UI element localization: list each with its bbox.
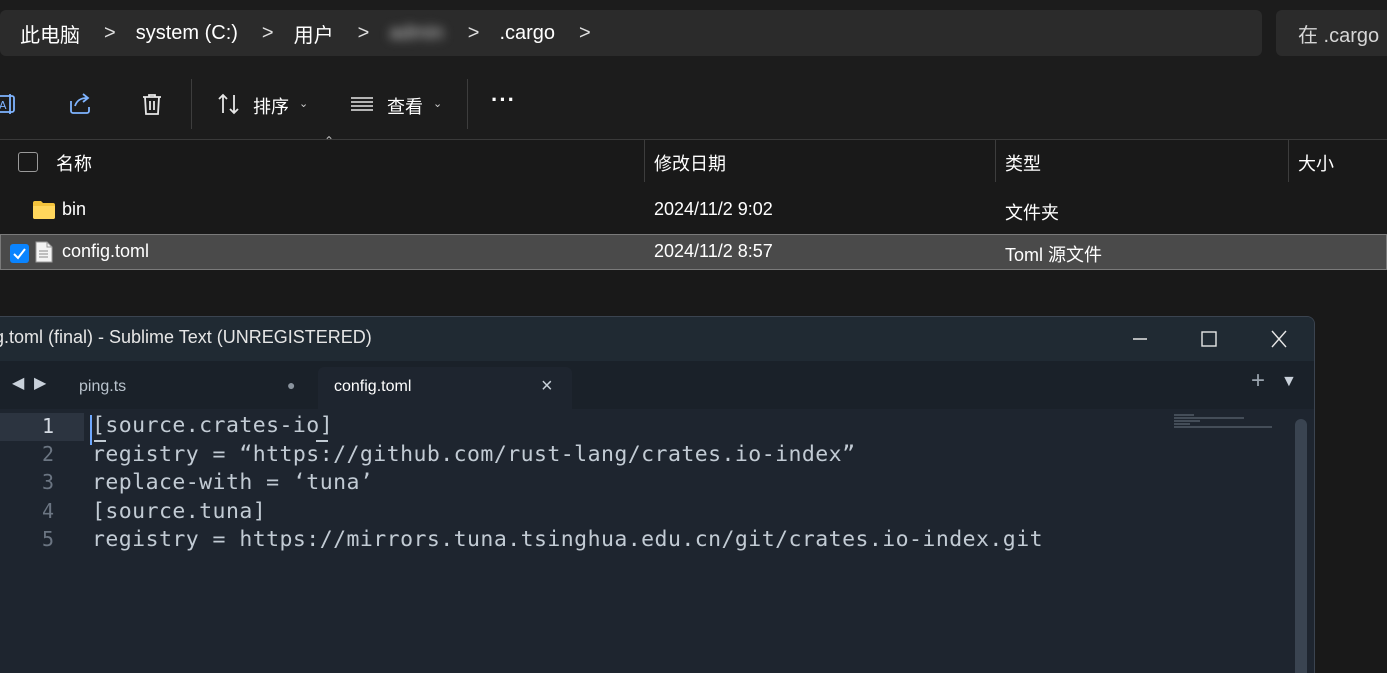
tab-ping-ts[interactable]: ping.ts ● [62, 367, 314, 409]
column-divider[interactable] [1288, 140, 1289, 182]
delete-icon[interactable] [139, 91, 165, 117]
breadcrumb-drive[interactable]: system (C:) [116, 22, 238, 45]
view-icon[interactable] [349, 91, 375, 117]
column-name[interactable]: 名称 [56, 150, 92, 176]
minimap[interactable] [1172, 413, 1282, 433]
chevron-right-icon[interactable]: > [444, 22, 480, 45]
breadcrumb-users[interactable]: 用户 [274, 19, 334, 48]
share-icon[interactable] [67, 91, 93, 117]
close-icon[interactable] [1264, 325, 1294, 353]
unsaved-dot-icon: ● [287, 377, 296, 393]
window-titlebar[interactable]: g.toml (final) - Sublime Text (UNREGISTE… [0, 317, 1314, 361]
toolbar-divider [191, 79, 192, 129]
vertical-scrollbar[interactable] [1295, 419, 1307, 673]
tab-scroll-right-icon[interactable]: ▶ [34, 373, 46, 393]
line-number: 2 [41, 442, 54, 466]
sort-button[interactable]: 排序 [253, 93, 289, 119]
chevron-right-icon[interactable]: > [555, 22, 591, 45]
row-checkbox-checked[interactable] [10, 244, 29, 263]
new-tab-icon[interactable]: + [1251, 367, 1265, 395]
file-modified: 2024/11/2 9:02 [654, 199, 773, 219]
breadcrumb[interactable]: 此电脑 > system (C:) > 用户 > admin > .cargo … [0, 10, 1262, 56]
code-line: [source.crates-io] [92, 413, 334, 438]
sort-ascending-icon: ⌃ [324, 134, 335, 148]
line-number: 5 [41, 527, 54, 551]
search-input[interactable]: 在 .cargo [1276, 10, 1387, 56]
column-divider[interactable] [995, 140, 996, 182]
tab-menu-icon[interactable]: ▼ [1281, 373, 1297, 391]
rename-icon[interactable]: A [0, 91, 20, 117]
tab-close-icon[interactable]: × [541, 375, 553, 398]
column-size[interactable]: 大小 [1298, 150, 1334, 176]
address-bar: 此电脑 > system (C:) > 用户 > admin > .cargo … [0, 0, 1387, 69]
code-editor[interactable]: 1 2 3 4 5 [source.crates-io] registry = … [0, 409, 1314, 673]
chevron-right-icon[interactable]: > [80, 22, 116, 45]
tab-label: config.toml [334, 378, 412, 395]
file-type: 文件夹 [1005, 203, 1059, 223]
chevron-right-icon[interactable]: > [238, 22, 274, 45]
tab-scroll-left-icon[interactable]: ◀ [12, 373, 24, 393]
sort-icon[interactable] [216, 91, 242, 117]
chevron-down-icon[interactable]: ⌄ [299, 97, 308, 110]
command-bar: A 排序 ⌄ 查看 ⌄ ··· [0, 69, 1387, 140]
breadcrumb-username[interactable]: admin [369, 22, 443, 45]
file-icon [35, 241, 53, 263]
code-line: replace-with = ‘tuna’ [92, 470, 374, 495]
column-modified[interactable]: 修改日期 [654, 150, 726, 176]
code-line: registry = “https://github.com/rust-lang… [92, 442, 856, 467]
checkmark-icon [13, 248, 26, 260]
svg-text:A: A [0, 99, 7, 112]
code-line: registry = https://mirrors.tuna.tsinghua… [92, 527, 1043, 552]
toolbar-divider [467, 79, 468, 129]
minimize-icon[interactable] [1125, 325, 1155, 353]
file-row-bin[interactable]: bin 2024/11/2 9:02 文件夹 [0, 192, 1387, 228]
line-number: 3 [41, 470, 54, 494]
file-name: bin [62, 199, 87, 219]
window-title: g.toml (final) - Sublime Text (UNREGISTE… [0, 327, 372, 347]
code-line: [source.tuna] [92, 499, 267, 524]
line-number: 1 [0, 413, 84, 441]
line-number: 4 [41, 499, 54, 523]
sublime-text-window[interactable]: g.toml (final) - Sublime Text (UNREGISTE… [0, 316, 1315, 673]
file-modified: 2024/11/2 8:57 [654, 241, 773, 261]
file-row-config-toml[interactable]: config.toml 2024/11/2 8:57 Toml 源文件 [0, 234, 1387, 270]
column-type[interactable]: 类型 [1005, 150, 1041, 176]
column-divider[interactable] [644, 140, 645, 182]
tab-label: ping.ts [79, 378, 127, 395]
folder-icon [33, 201, 55, 219]
chevron-right-icon[interactable]: > [334, 22, 370, 45]
file-type: Toml 源文件 [1005, 245, 1103, 265]
more-options-button[interactable]: ··· [491, 87, 516, 113]
breadcrumb-this-pc[interactable]: 此电脑 [0, 19, 80, 48]
tab-config-toml[interactable]: config.toml × [318, 367, 572, 409]
view-button[interactable]: 查看 [387, 93, 423, 119]
select-all-checkbox[interactable] [18, 152, 38, 172]
chevron-down-icon[interactable]: ⌄ [433, 97, 442, 110]
breadcrumb-cargo[interactable]: .cargo [479, 22, 555, 45]
file-name: config.toml [62, 241, 150, 261]
tab-bar: ◀ ▶ ping.ts ● config.toml × + ▼ [0, 361, 1314, 409]
search-placeholder: 在 .cargo [1298, 24, 1380, 47]
maximize-icon[interactable] [1194, 325, 1224, 353]
